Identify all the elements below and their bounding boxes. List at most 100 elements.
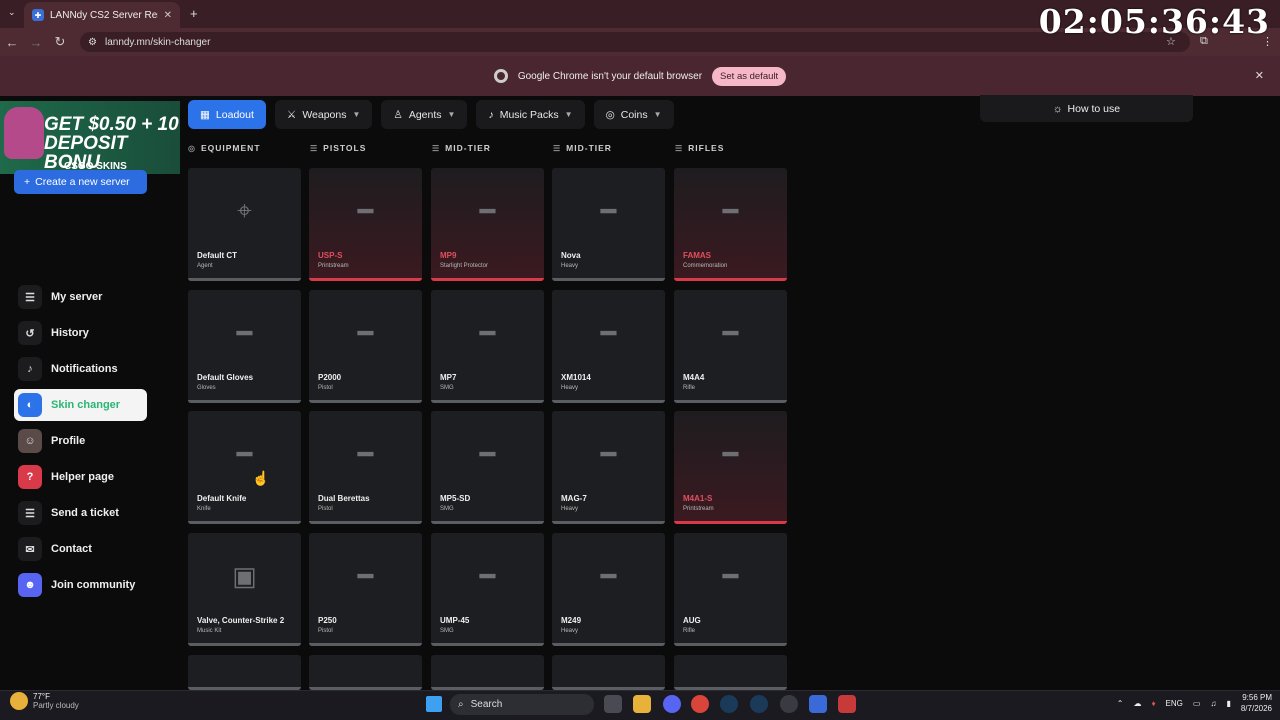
loadout-card-partial[interactable] [674,655,787,690]
column-header-rifles: ☰ RIFLES [675,143,724,153]
loadout-card-partial[interactable] [552,655,665,690]
loadout-card-partial[interactable] [431,655,544,690]
loadout-card[interactable]: ━ MP5-SD SMG [431,411,544,524]
battery-icon[interactable]: ▮ [1226,699,1230,708]
shield-icon[interactable] [838,695,856,713]
filter-music-packs[interactable]: ♪ Music Packs ▼ [476,100,585,129]
loadout-card[interactable]: ━ P2000 Pistol [309,290,422,403]
mascot-image [4,107,44,159]
sidebar-item-send-ticket[interactable]: ☰ Send a ticket [14,497,147,529]
item-image: ━ [722,195,739,226]
site-info-icon[interactable]: ⚙ [88,37,97,48]
item-name: MP7 [440,373,457,382]
forward-icon[interactable]: → [24,30,48,54]
music-icon: ♪ [488,108,494,121]
loadout-card[interactable]: ━ M4A4 Rifle [674,290,787,403]
sidebar-item-label: History [51,327,89,339]
volume-icon[interactable]: ♫ [1210,699,1216,708]
person-icon: ♙ [393,108,403,121]
set-default-button[interactable]: Set as default [712,66,787,86]
close-tab-icon[interactable]: ✕ [164,10,172,21]
loadout-card[interactable]: ━ MP9 Starlight Protector [431,168,544,281]
item-image: ━ [357,317,374,348]
steam-icon-2[interactable] [750,695,768,713]
column-title: EQUIPMENT [200,143,261,153]
loadout-card-partial[interactable] [188,655,301,690]
sidebar-item-my-server[interactable]: ☰ My server [14,281,147,313]
loadout-card[interactable]: ━ Nova Heavy [552,168,665,281]
loadout-card-partial[interactable] [309,655,422,690]
item-name: P250 [318,616,337,625]
task-view-icon[interactable] [604,695,622,713]
new-tab-icon[interactable]: + [190,6,198,21]
windows-start-icon[interactable] [426,696,442,712]
filter-loadout[interactable]: ▦ Loadout [188,100,266,129]
bell-icon: ♪ [18,357,42,381]
loadout-card[interactable]: ━ MP7 SMG [431,290,544,403]
app-icon[interactable] [809,695,827,713]
browser-tab[interactable]: ✚ LANNdy CS2 Server Rental ✕ [24,2,180,28]
loadout-card[interactable]: ▣ Valve, Counter-Strike 2 Music Kit [188,533,301,646]
category-filters: ▦ Loadout ⚔ Weapons ▼ ♙ Agents ▼ ♪ Music… [188,100,674,130]
back-icon[interactable]: ← [0,30,24,54]
item-name: Valve, Counter-Strike 2 [197,616,285,625]
loadout-card[interactable]: ━ USP-S Printstream [309,168,422,281]
loadout-card[interactable]: ━ Default Knife Knife [188,411,301,524]
sidebar-item-notifications[interactable]: ♪ Notifications [14,353,147,385]
microphone-icon[interactable]: ♦ [1151,699,1155,708]
loadout-card[interactable]: ━ XM1014 Heavy [552,290,665,403]
default-browser-infobar: Google Chrome isn't your default browser… [0,56,1280,96]
discord-taskbar-icon[interactable] [663,695,681,713]
loadout-card[interactable]: ━ MAG-7 Heavy [552,411,665,524]
coin-icon: ◎ [605,108,615,121]
display-icon[interactable]: ▭ [1193,699,1201,708]
taskbar-search[interactable]: ⌕ Search [450,694,594,715]
item-subtitle: Heavy [561,263,579,269]
chevron-down-icon: ▼ [653,110,662,119]
loadout-card[interactable]: ━ UMP-45 SMG [431,533,544,646]
weather-widget[interactable]: 77°F Partly cloudy [10,692,79,710]
tab-search-icon[interactable]: ⌄ [8,7,16,18]
onedrive-icon[interactable]: ☁ [1133,699,1141,708]
loadout-card[interactable]: ━ M4A1-S Printstream [674,411,787,524]
file-explorer-icon[interactable] [633,695,651,713]
list-icon: ☰ [675,143,684,153]
column-header-mid-tier-2: ☰ MID-TIER [553,143,612,153]
game-icon[interactable] [780,695,798,713]
reload-icon[interactable]: ↻ [48,30,72,54]
item-subtitle: Printstream [318,263,349,269]
filter-weapons[interactable]: ⚔ Weapons ▼ [274,100,373,129]
system-tray: ⌃ ☁ ♦ ENG ▭ ♫ ▮ 9:56 PM 8/7/2026 [1117,692,1272,714]
sidebar-item-profile[interactable]: ☺ Profile [14,425,147,457]
loadout-card[interactable]: ━ P250 Pistol [309,533,422,646]
lightbulb-icon: ☼ [1052,102,1063,115]
filter-coins[interactable]: ◎ Coins ▼ [593,100,674,129]
sidebar-item-contact[interactable]: ✉ Contact [14,533,147,565]
item-name: UMP-45 [440,616,470,625]
loadout-card[interactable]: ━ FAMAS Commemoration [674,168,787,281]
sidebar-item-history[interactable]: ↺ History [14,317,147,349]
sidebar-item-join-community[interactable]: ☻ Join community [14,569,147,601]
loadout-card[interactable]: ━ Dual Berettas Pistol [309,411,422,524]
search-label: Search [470,699,503,710]
chrome-taskbar-icon[interactable] [691,695,709,713]
filter-agents[interactable]: ♙ Agents ▼ [381,100,468,129]
infobar-close-icon[interactable]: ✕ [1255,69,1264,82]
loadout-card[interactable]: ⌖ Default CT Agent [188,168,301,281]
loadout-card[interactable]: ━ AUG Rifle [674,533,787,646]
loadout-card[interactable]: ━ Default Gloves Gloves [188,290,301,403]
address-bar[interactable]: ⚙ lanndy.mn/skin-changer [80,32,1190,52]
promo-banner[interactable]: GET $0.50 + 10 DEPOSIT BONU CSGO SKINS [0,101,180,174]
tray-chevron-icon[interactable]: ⌃ [1117,699,1124,708]
sidebar-item-helper-page[interactable]: ? Helper page [14,461,147,493]
loadout-card[interactable]: ━ M249 Heavy [552,533,665,646]
sidebar-item-skin-changer[interactable]: ◐ Skin changer [14,389,147,421]
language-indicator[interactable]: ENG [1166,699,1183,708]
create-server-button[interactable]: + Create a new server [14,170,147,194]
item-subtitle: Heavy [561,385,579,391]
history-icon: ↺ [18,321,42,345]
weather-condition: Partly cloudy [33,701,79,710]
clock[interactable]: 9:56 PM 8/7/2026 [1241,692,1272,714]
steam-icon[interactable] [720,695,738,713]
how-to-use-button[interactable]: ☼ How to use [980,95,1193,122]
